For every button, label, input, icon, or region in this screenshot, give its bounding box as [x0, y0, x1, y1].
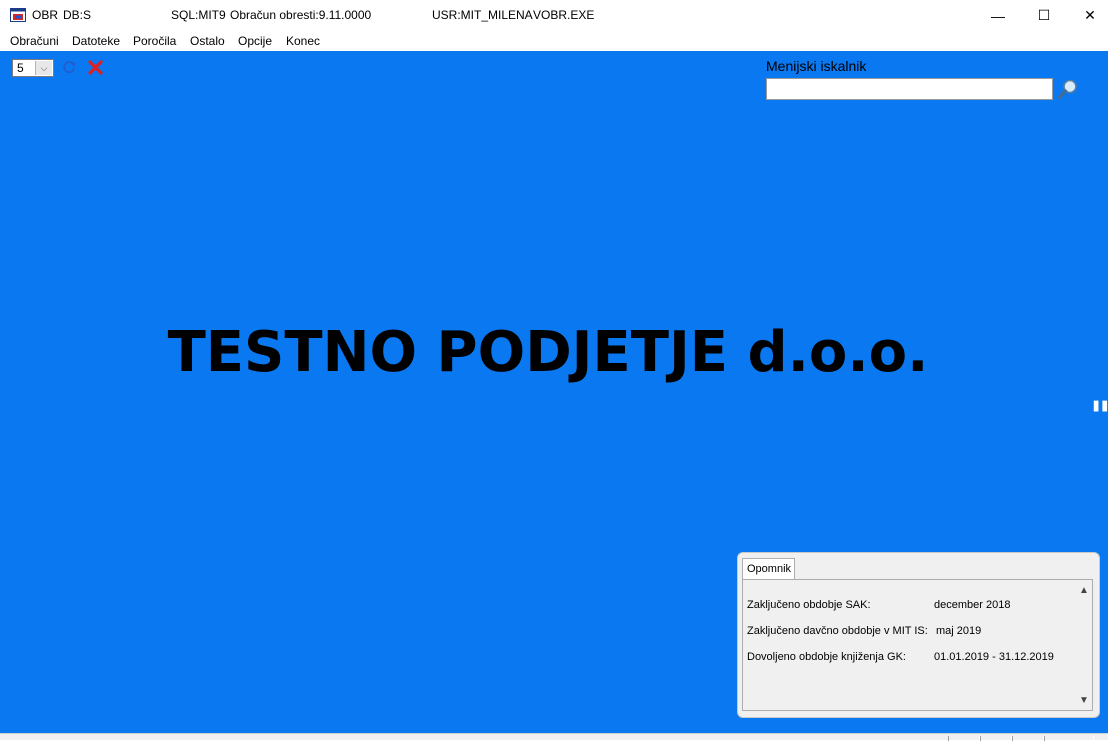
row-value-sak: december 2018 — [934, 599, 1011, 611]
edge-glyph: " — [1090, 397, 1108, 437]
menu-porocila[interactable]: Poročila — [133, 34, 176, 48]
menu-datoteke[interactable]: Datoteke — [72, 34, 120, 48]
reminder-content: Zaključeno obdobje SAK: december 2018 Za… — [742, 579, 1093, 711]
menu-opcije[interactable]: Opcije — [238, 34, 272, 48]
minimize-icon: — — [991, 7, 1005, 24]
app-icon[interactable] — [10, 8, 26, 22]
row-label-davcno: Zaključeno davčno obdobje v MIT IS: — [747, 625, 928, 637]
refresh-icon[interactable] — [61, 59, 77, 75]
reminder-panel: Opomnik Zaključeno obdobje SAK: december… — [737, 552, 1100, 718]
minimize-button[interactable]: — — [975, 0, 1021, 31]
module-info: Obračun obresti:9.11.0000 — [230, 8, 372, 22]
user-info: USR:MIT_MILENA — [432, 8, 533, 22]
row-label-gk: Dovoljeno obdobje knjiženja GK: — [747, 651, 906, 663]
status-segment — [1012, 736, 1044, 741]
db-info: DB:S — [63, 8, 92, 22]
status-segment — [948, 736, 980, 741]
close-icon: ✕ — [1084, 7, 1096, 23]
chevron-down-icon[interactable]: ⌵ — [35, 61, 52, 75]
main-area: 5 ⌵ Menijski iskalnik TESTNO PODJETJE d.… — [0, 51, 1108, 733]
cancel-icon[interactable] — [88, 60, 103, 75]
title-bar: OBR DB:S SQL:MIT9 Obračun obresti:9.11.0… — [0, 0, 1108, 31]
tab-opomnik[interactable]: Opomnik — [742, 558, 795, 580]
menu-bar: Obračuni Datoteke Poročila Ostalo Opcije… — [0, 31, 1108, 51]
dropdown-value: 5 — [17, 61, 24, 75]
menu-ostalo[interactable]: Ostalo — [190, 34, 225, 48]
row-value-davcno: maj 2019 — [936, 625, 982, 637]
company-name: TESTNO PODJETJE d.o.o. — [167, 320, 929, 385]
search-label: Menijski iskalnik — [766, 58, 867, 74]
search-input[interactable] — [766, 78, 1053, 100]
row-value-gk: 01.01.2019 - 31.12.2019 — [934, 651, 1054, 663]
scroll-up-icon[interactable]: ▲ — [1078, 584, 1090, 596]
app-name: OBR — [32, 8, 59, 22]
sql-info: SQL:MIT9 — [171, 8, 226, 22]
scroll-down-icon[interactable]: ▼ — [1078, 694, 1090, 706]
status-bar — [0, 733, 1108, 741]
maximize-icon: ☐ — [1037, 7, 1051, 23]
close-button[interactable]: ✕ — [1067, 0, 1108, 31]
exe-info: VOBR.EXE — [533, 8, 595, 22]
menu-konec[interactable]: Konec — [286, 34, 320, 48]
search-icon[interactable] — [1057, 78, 1079, 100]
status-segment — [1044, 736, 1094, 741]
row-label-sak: Zaključeno obdobje SAK: — [747, 599, 871, 611]
menu-obracuni[interactable]: Obračuni — [10, 34, 59, 48]
maximize-button[interactable]: ☐ — [1021, 0, 1067, 31]
status-segment — [980, 736, 1012, 741]
count-dropdown[interactable]: 5 ⌵ — [12, 59, 54, 77]
